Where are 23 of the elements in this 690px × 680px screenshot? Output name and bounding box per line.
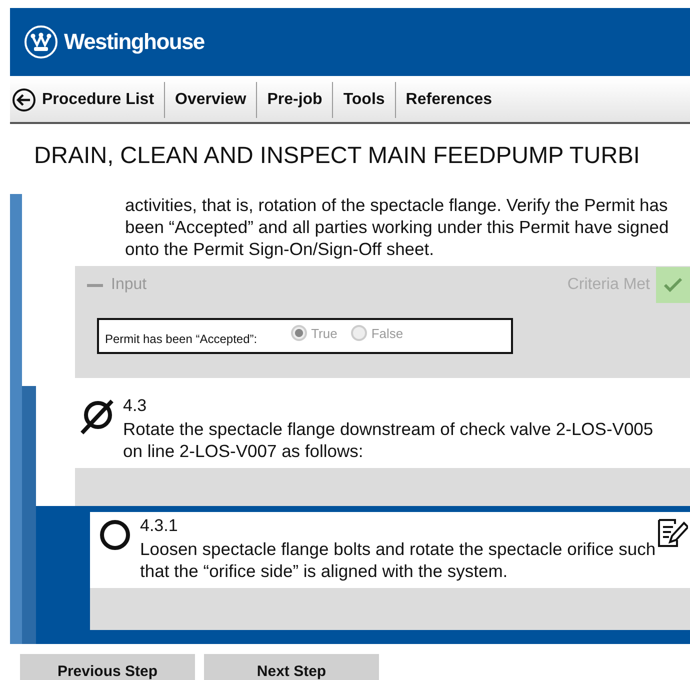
question-label: Permit has been “Accepted”: bbox=[105, 332, 258, 346]
radio-button[interactable] bbox=[291, 325, 308, 341]
brand-name: Westinghouse bbox=[64, 29, 204, 55]
step-text: Loosen spectacle flange bolts and rotate the spectacle orifice such that the “orifice side” is aligned with the system. bbox=[140, 538, 657, 582]
step-number: 4.3 bbox=[123, 396, 147, 416]
step-nav-button[interactable]: Next Step bbox=[204, 654, 379, 680]
minus-icon bbox=[87, 284, 103, 286]
step-text: activities, that is, rotation of the spectacle flange. Verify the Permit has been “Accepted” and all parties working under this Permit have signed onto the Permit Sign-On/Sign-Off sheet. bbox=[125, 194, 670, 260]
nav-tab[interactable]: Overview bbox=[165, 82, 256, 118]
logo-icon bbox=[24, 25, 58, 59]
procedure-list-button[interactable]: Procedure List bbox=[10, 82, 164, 118]
procedure-title: DRAIN, CLEAN AND INSPECT MAIN FEEDPUMP TURBI bbox=[33, 141, 641, 170]
checkmark-icon bbox=[663, 277, 683, 293]
step-nav-button[interactable]: Previous Step bbox=[20, 654, 195, 680]
nav-tab[interactable]: References bbox=[396, 82, 502, 118]
nav-tab[interactable]: Pre-job bbox=[257, 82, 332, 118]
option-label: False bbox=[371, 326, 404, 340]
radio-button[interactable] bbox=[351, 325, 368, 341]
notepad-pencil-icon[interactable] bbox=[656, 518, 688, 548]
nav-tab[interactable]: Tools bbox=[333, 82, 395, 118]
option-label: True bbox=[311, 326, 338, 340]
step-text: Rotate the spectacle flange downstream of check valve 2-LOS-V005 on line 2-LOS-V007 as follows: bbox=[123, 418, 654, 462]
step-number: 4.3.1 bbox=[140, 516, 178, 536]
